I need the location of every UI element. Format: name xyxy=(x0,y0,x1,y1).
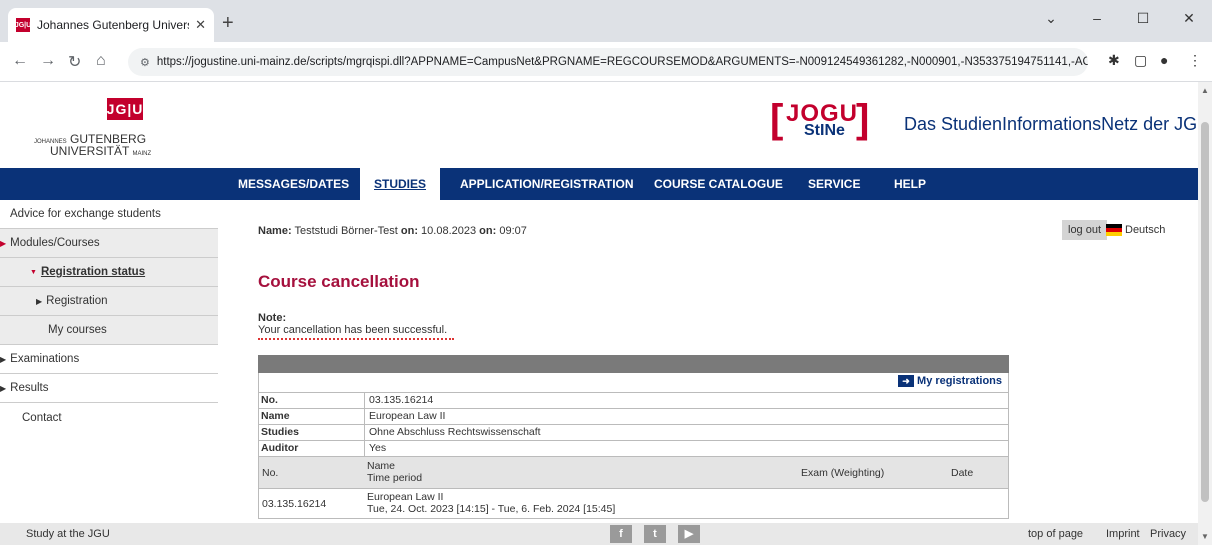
jgu-name-line2: UNIVERSITÄT MAINZ xyxy=(50,144,152,158)
browser-tab[interactable]: JG|U Johannes Gutenberg Universität ✕ xyxy=(8,8,214,42)
sidebar-item-contact[interactable]: Contact xyxy=(0,403,218,432)
site-info-icon[interactable]: ⚙ xyxy=(140,56,150,69)
twitter-icon[interactable]: t xyxy=(644,525,666,543)
table-row: Name European Law II xyxy=(258,409,1009,425)
page-scrollbar[interactable]: ▲ ▼ xyxy=(1198,82,1212,545)
facebook-icon[interactable]: f xyxy=(610,525,632,543)
col-time-period: Time period xyxy=(367,472,423,484)
page-footer: Study at the JGU f t ▶ top of page Impri… xyxy=(0,523,1198,545)
maximize-icon[interactable]: ☐ xyxy=(1120,0,1166,36)
scroll-up-icon[interactable]: ▲ xyxy=(1201,86,1209,95)
nav-messages-dates[interactable]: MESSAGES/DATES xyxy=(238,168,349,200)
events-table-header: No. Name Time period Exam (Weighting) Da… xyxy=(258,457,1009,489)
privacy-link[interactable]: Privacy xyxy=(1150,528,1186,540)
table-row: No. 03.135.16214 xyxy=(258,393,1009,409)
nav-course-catalogue[interactable]: COURSE CATALOGUE xyxy=(654,168,783,200)
side-panel-icon[interactable]: ▢ xyxy=(1134,52,1147,69)
table-row: Auditor Yes xyxy=(258,441,1009,457)
nav-application-registration[interactable]: APPLICATION/REGISTRATION xyxy=(460,168,634,200)
spellcheck-underline xyxy=(258,338,454,340)
sidebar-item-registration-status[interactable]: ▼ Registration status xyxy=(0,258,218,287)
arrow-right-icon: ➜ xyxy=(898,375,915,387)
youtube-icon[interactable]: ▶ xyxy=(678,525,700,543)
page-header: JG|U JOHANNES GUTENBERG UNIVERSITÄT MAIN… xyxy=(0,82,1212,168)
extensions-icon[interactable]: ✱ xyxy=(1108,52,1120,69)
nav-studies[interactable]: STUDIES xyxy=(360,168,441,200)
tab-search-icon[interactable]: ⌄ xyxy=(1028,0,1074,36)
reload-icon[interactable]: ↻ xyxy=(68,52,81,72)
close-window-icon[interactable]: ✕ xyxy=(1166,0,1212,36)
jgu-mark: JG|U xyxy=(107,98,143,120)
page-title: Course cancellation xyxy=(258,272,420,291)
jgu-favicon-icon: JG|U xyxy=(15,18,31,32)
study-at-jgu-link[interactable]: Study at the JGU xyxy=(26,528,110,540)
tab-title: Johannes Gutenberg Universität xyxy=(37,18,189,32)
scrollbar-thumb[interactable] xyxy=(1201,122,1209,502)
jogustine-logo[interactable]: [ JOGU StINe ] xyxy=(770,96,870,154)
collapsed-triangle-icon: ▶ xyxy=(0,354,7,364)
language-switch[interactable]: Deutsch xyxy=(1106,220,1165,240)
sidebar-item-advice[interactable]: Advice for exchange students xyxy=(0,200,218,229)
url-input[interactable]: ⚙ https://jogustine.uni-mainz.de/scripts… xyxy=(128,48,1088,76)
address-bar: ← → ↻ ⌂ ⚙ https://jogustine.uni-mainz.de… xyxy=(0,42,1212,82)
sidebar-item-results[interactable]: ▶ Results xyxy=(0,374,218,403)
logout-button[interactable]: log out xyxy=(1062,220,1108,240)
minimize-icon[interactable]: – xyxy=(1074,0,1120,36)
jgu-logo[interactable]: JG|U JOHANNES GUTENBERG UNIVERSITÄT MAIN… xyxy=(20,98,170,158)
imprint-link[interactable]: Imprint xyxy=(1106,528,1140,540)
german-flag-icon xyxy=(1106,224,1122,236)
main-navigation: MESSAGES/DATES STUDIES APPLICATION/REGIS… xyxy=(0,168,1198,200)
nav-help[interactable]: HELP xyxy=(894,168,926,200)
col-no: No. xyxy=(262,467,279,479)
new-tab-icon[interactable]: + xyxy=(222,12,234,35)
scroll-down-icon[interactable]: ▼ xyxy=(1201,532,1209,541)
forward-icon[interactable]: → xyxy=(40,52,56,70)
url-text: https://jogustine.uni-mainz.de/scripts/m… xyxy=(156,56,1088,68)
expanded-triangle-icon: ▶ xyxy=(0,238,7,248)
col-date: Date xyxy=(951,467,974,479)
sidebar-item-modules-courses[interactable]: ▶ Modules/Courses xyxy=(0,229,218,258)
table-row: Studies Ohne Abschluss Rechtswissenschaft xyxy=(258,425,1009,441)
top-of-page-link[interactable]: top of page xyxy=(1028,528,1083,540)
menu-icon[interactable]: ⋮ xyxy=(1188,52,1202,69)
sidebar-item-my-courses[interactable]: My courses xyxy=(0,316,218,345)
portal-title: Das StudienInformationsNetz der JG|U xyxy=(904,114,1212,134)
col-name: Name xyxy=(367,460,396,472)
selected-triangle-icon: ▼ xyxy=(30,268,37,276)
sidebar: Advice for exchange students ▶ Modules/Co… xyxy=(0,200,218,545)
collapsed-triangle-icon: ▶ xyxy=(0,383,7,393)
note-label: Note: xyxy=(258,312,287,324)
profile-icon[interactable]: ● xyxy=(1160,52,1168,68)
sidebar-item-registration[interactable]: ▶ Registration xyxy=(0,287,218,316)
main-content: Name: Teststudi Börner-Test on: 10.08.20… xyxy=(258,200,1188,545)
col-exam-weighting: Exam (Weighting) xyxy=(801,467,885,479)
sidebar-item-examinations[interactable]: ▶ Examinations xyxy=(0,345,218,374)
nav-service[interactable]: SERVICE xyxy=(808,168,860,200)
window-controls: ⌄ – ☐ ✕ xyxy=(1028,0,1212,36)
browser-tab-bar: JG|U Johannes Gutenberg Universität ✕ + … xyxy=(0,0,1212,42)
collapsed-triangle-icon: ▶ xyxy=(36,296,43,306)
back-icon[interactable]: ← xyxy=(12,52,28,70)
web-page: JG|U JOHANNES GUTENBERG UNIVERSITÄT MAIN… xyxy=(0,82,1212,545)
my-registrations-row: ➜ My registrations xyxy=(258,373,1009,393)
my-registrations-link[interactable]: ➜ My registrations xyxy=(898,375,1002,387)
user-info: Name: Teststudi Börner-Test on: 10.08.20… xyxy=(258,225,527,237)
tab-close-icon[interactable]: ✕ xyxy=(195,17,206,33)
home-icon[interactable]: ⌂ xyxy=(96,52,106,70)
table-header-bar xyxy=(258,355,1009,373)
logo-text-stine: StINe xyxy=(804,122,845,139)
note-text: Your cancellation has been successful. xyxy=(258,324,448,336)
course-details-table: ➜ My registrations No. 03.135.16214 Name Eu… xyxy=(258,355,1009,519)
table-row: 03.135.16214 European Law II Tue, 24. Oc… xyxy=(258,489,1009,519)
